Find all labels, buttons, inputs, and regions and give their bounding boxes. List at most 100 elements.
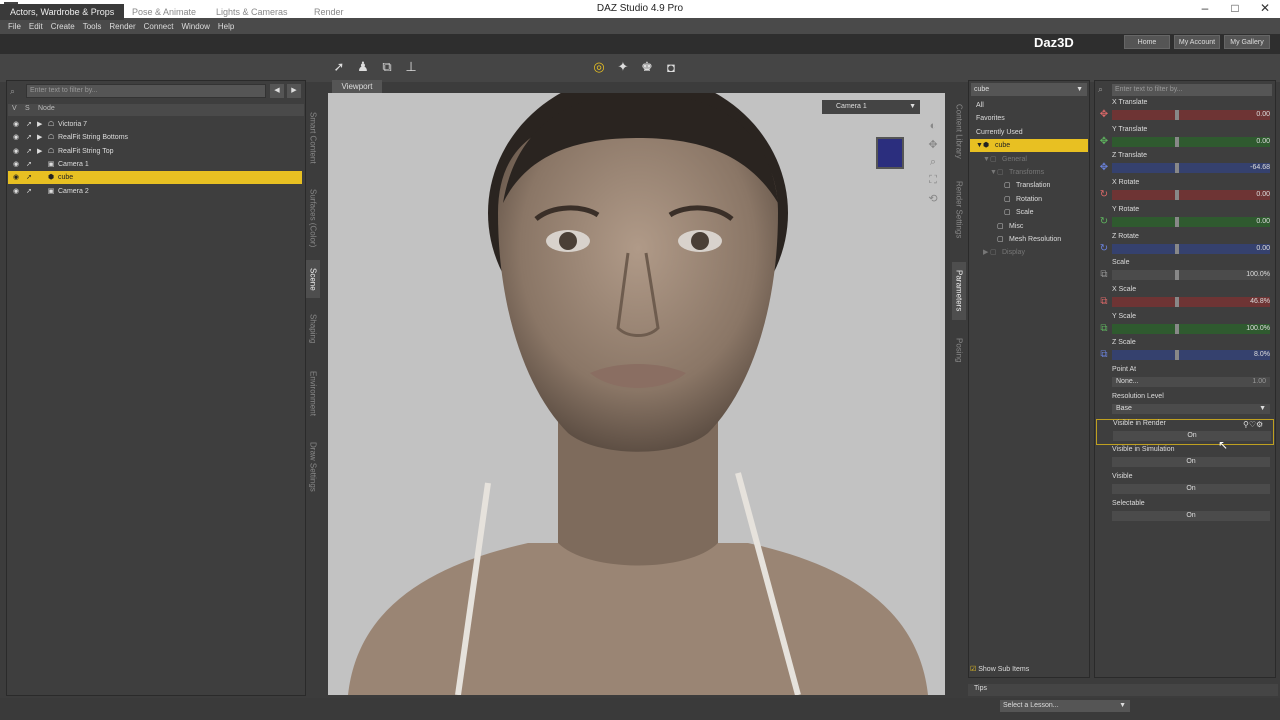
scene-row[interactable]: ◉ ➚ ▶ ☖ RealFit String Top <box>8 145 302 158</box>
eye-icon[interactable]: ◉ <box>11 118 21 131</box>
menu-connect[interactable]: Connect <box>144 22 174 31</box>
tips-tab[interactable]: Tips <box>974 685 994 695</box>
parameter-resolution-level[interactable]: Resolution Level Base ▼ <box>1096 393 1274 419</box>
parameter-select[interactable]: Base ▼ <box>1112 403 1270 414</box>
render-icon[interactable]: ♚ <box>638 58 656 76</box>
parameter-z-rotate[interactable]: Z Rotate ↻ 0.00 <box>1096 233 1274 259</box>
slider-knob[interactable] <box>1175 110 1180 120</box>
expand-arrow-icon[interactable]: ▶ <box>37 131 45 144</box>
expand-arrow-icon[interactable]: ▼ <box>990 166 997 179</box>
menu-window[interactable]: Window <box>181 22 209 31</box>
parameter-toggle[interactable]: On <box>1112 457 1270 468</box>
eye-icon[interactable]: ◉ <box>11 185 21 198</box>
parameter-y-scale[interactable]: Y Scale ⧉ 100.0% <box>1096 313 1274 339</box>
slider-knob[interactable] <box>1175 323 1180 334</box>
property-group-row[interactable]: ▼ ⬢ cube <box>970 139 1088 153</box>
reset-view-icon[interactable]: ⟲ <box>926 192 940 206</box>
lesson-select[interactable]: Select a Lesson... ▼ <box>1000 700 1130 712</box>
parameter-z-scale[interactable]: Z Scale ⧉ 8.0% <box>1096 339 1274 365</box>
parameter-slider[interactable] <box>1112 216 1270 227</box>
close-button[interactable]: ✕ <box>1250 0 1280 18</box>
expand-arrow-icon[interactable]: ▶ <box>983 246 988 259</box>
camera-select[interactable]: Camera 1 ▼ <box>822 100 920 114</box>
parameter-value[interactable]: 0.00 <box>1256 244 1270 254</box>
pointer-icon[interactable]: ➚ <box>24 158 34 171</box>
parameter-value[interactable]: -64.68 <box>1250 163 1270 173</box>
scene-row[interactable]: ◉ ➚ ⬢ cube <box>8 171 302 185</box>
parameter-value[interactable]: 100.0% <box>1246 270 1270 280</box>
parameter-type-icon[interactable]: ↻ <box>1098 243 1110 255</box>
parameter-type-icon[interactable]: ✥ <box>1098 162 1110 174</box>
col-selectable[interactable]: S <box>25 105 30 112</box>
room-tab-render[interactable]: Render <box>304 4 354 20</box>
parameters-filter-input[interactable]: Enter text to filter by... <box>1112 84 1272 96</box>
scene-filter-input[interactable]: Enter text to filter by... <box>26 84 266 98</box>
property-group-row[interactable]: ▶ ▢ Display <box>970 246 1088 259</box>
room-tab-pose[interactable]: Pose & Animate <box>122 4 206 20</box>
view-cube[interactable] <box>876 137 904 169</box>
parameter-scale[interactable]: Scale ⧉ 100.0% <box>1096 259 1274 285</box>
property-group-row[interactable]: All <box>970 99 1088 112</box>
parameter-slider[interactable] <box>1112 243 1270 254</box>
vtab-scene[interactable]: Scene <box>306 260 320 298</box>
vtab-environment[interactable]: Environment <box>306 360 320 426</box>
vtab-posing[interactable]: Posing <box>952 330 966 370</box>
vtab-draw-settings[interactable]: Draw Settings <box>306 432 320 502</box>
parameter-value[interactable]: 0.00 <box>1256 190 1270 200</box>
parameter-point-at[interactable]: Point At None... 1.00 <box>1096 366 1274 392</box>
slider-knob[interactable] <box>1175 163 1180 174</box>
home-link[interactable]: Home <box>1124 35 1170 49</box>
parameter-value[interactable]: 8.0% <box>1254 350 1270 360</box>
show-sub-items-checkbox[interactable]: ☑ Show Sub Items <box>970 664 1090 676</box>
slider-knob[interactable] <box>1175 270 1180 281</box>
vtab-parameters[interactable]: Parameters <box>952 262 966 320</box>
viewport-tab[interactable]: Viewport <box>332 80 382 93</box>
property-group-row[interactable]: ▢ Rotation <box>970 193 1088 206</box>
vtab-smart-content[interactable]: Smart Content <box>306 100 320 176</box>
pointer-icon[interactable]: ➚ <box>24 118 34 131</box>
parameter-field[interactable]: None... 1.00 <box>1112 377 1270 387</box>
parameter-type-icon[interactable]: ✥ <box>1098 136 1110 148</box>
vtab-shaping[interactable]: Shaping <box>306 304 320 354</box>
vtab-content-library[interactable]: Content Library <box>952 98 966 164</box>
property-group-row[interactable]: Currently Used <box>970 126 1088 139</box>
property-group-row[interactable]: ▢ Misc <box>970 220 1088 233</box>
parameter-selectable[interactable]: Selectable On <box>1096 500 1274 526</box>
parameter-value[interactable]: 0.00 <box>1256 217 1270 227</box>
pointer-icon[interactable]: ➚ <box>24 131 34 144</box>
expand-arrow-icon[interactable]: ▶ <box>37 145 45 158</box>
room-tab-actors[interactable]: Actors, Wardrobe & Props <box>0 4 125 20</box>
parameter-y-translate[interactable]: Y Translate ✥ 0.00 <box>1096 126 1274 152</box>
node-select[interactable]: cube ▼ <box>971 83 1087 96</box>
parameter-type-icon[interactable]: ⧉ <box>1098 269 1110 281</box>
interactive-render-icon[interactable]: ◎ <box>590 58 608 76</box>
eye-icon[interactable]: ◉ <box>11 171 21 184</box>
parameter-type-icon[interactable]: ⧉ <box>1098 296 1110 308</box>
param-options-icons[interactable]: ⚲♡⚙ <box>1243 420 1263 429</box>
parameter-value[interactable]: 0.00 <box>1256 137 1270 147</box>
property-group-row[interactable]: ▢ Translation <box>970 179 1088 192</box>
property-group-row[interactable]: ▢ Mesh Resolution <box>970 233 1088 246</box>
parameter-x-scale[interactable]: X Scale ⧉ 46.8% <box>1096 286 1274 312</box>
scene-row[interactable]: ◉ ➚ ▣ Camera 2 <box>8 185 302 198</box>
eye-icon[interactable]: ◉ <box>11 158 21 171</box>
parameter-toggle[interactable]: On <box>1112 483 1270 494</box>
parameter-toggle[interactable]: On <box>1112 510 1270 521</box>
scene-forward-arrow-icon[interactable]: ▶ <box>287 84 301 98</box>
minimize-button[interactable]: – <box>1190 0 1220 18</box>
pointer-icon[interactable]: ➚ <box>24 171 34 184</box>
parameter-slider[interactable] <box>1112 350 1270 361</box>
scene-row[interactable]: ◉ ➚ ▣ Camera 1 <box>8 158 302 171</box>
room-tab-lights[interactable]: Lights & Cameras <box>206 4 298 20</box>
col-node[interactable]: Node <box>38 105 55 112</box>
viewport-canvas[interactable] <box>328 93 945 695</box>
menu-help[interactable]: Help <box>218 22 234 31</box>
property-group-row[interactable]: Favorites <box>970 112 1088 125</box>
parameter-slider[interactable] <box>1112 163 1270 174</box>
menu-file[interactable]: File <box>8 22 21 31</box>
menu-render[interactable]: Render <box>109 22 135 31</box>
pan-icon[interactable]: ✥ <box>926 138 940 152</box>
property-group-row[interactable]: ▢ Scale <box>970 206 1088 219</box>
eye-icon[interactable]: ◉ <box>11 131 21 144</box>
parameter-x-rotate[interactable]: X Rotate ↻ 0.00 <box>1096 179 1274 205</box>
